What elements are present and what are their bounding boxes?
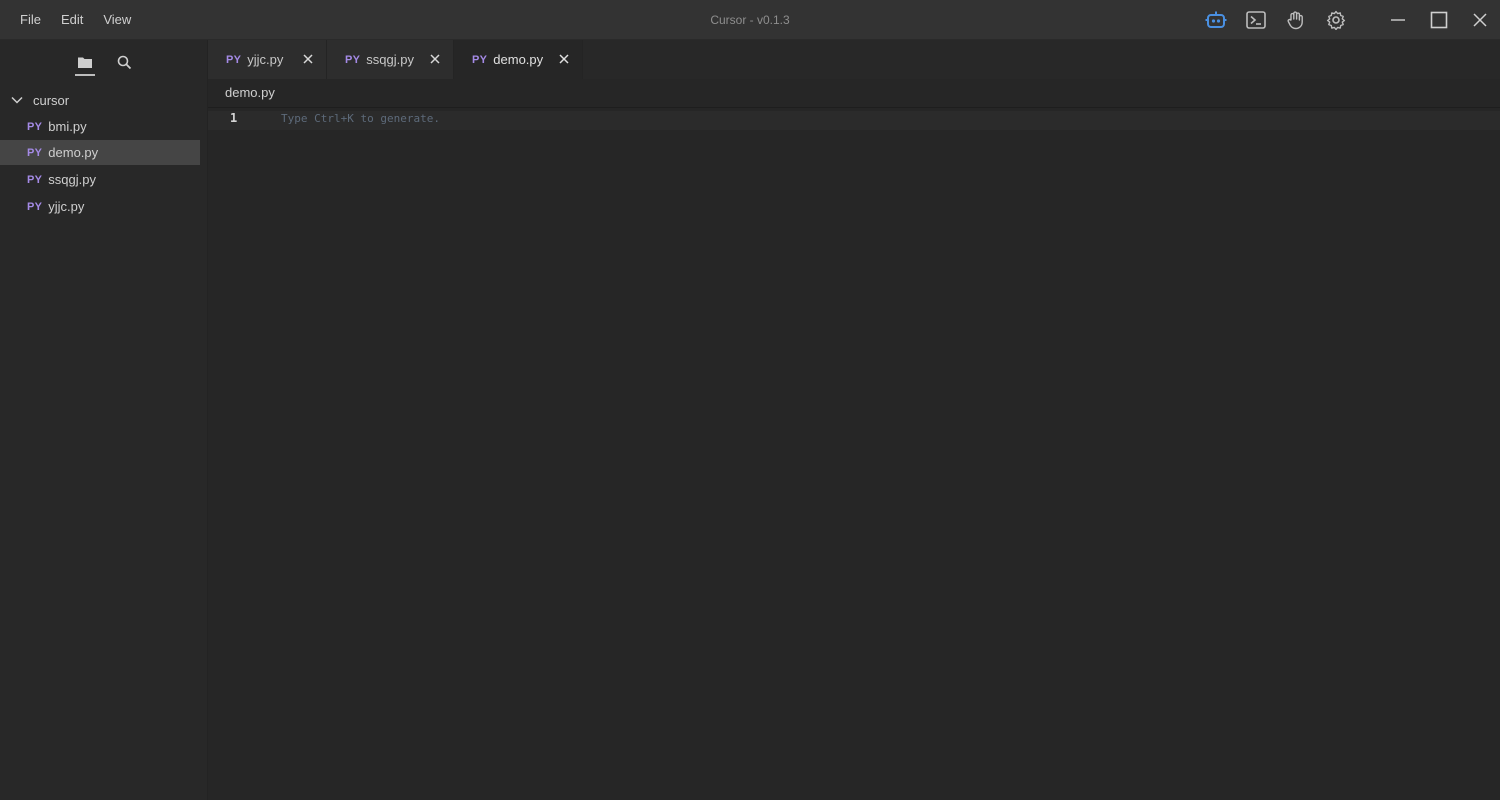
folder-cursor[interactable]: cursor	[0, 88, 200, 112]
file-name: demo.py	[48, 145, 99, 160]
terminal-icon[interactable]	[1240, 0, 1272, 39]
tab-label: yjjc.py	[247, 52, 284, 67]
line-number: 1	[230, 111, 238, 125]
python-file-icon: PY	[27, 173, 43, 186]
close-window-button[interactable]	[1460, 0, 1500, 39]
file-item-bmi[interactable]: PY bmi.py	[0, 114, 200, 139]
chevron-down-icon	[11, 96, 27, 104]
file-name: yjjc.py	[48, 199, 85, 214]
tab-label: ssqgj.py	[366, 52, 414, 67]
tab-yjjc[interactable]: PY yjjc.py	[208, 40, 327, 79]
file-item-yjjc[interactable]: PY yjjc.py	[0, 194, 200, 219]
close-icon	[1473, 12, 1487, 27]
hand-icon[interactable]	[1280, 0, 1312, 39]
file-item-ssqgj[interactable]: PY ssqgj.py	[0, 167, 200, 192]
menu-bar: File Edit View	[10, 0, 141, 39]
python-file-icon: PY	[472, 53, 488, 66]
files-tab[interactable]	[72, 48, 98, 76]
close-tab-icon[interactable]	[556, 51, 572, 67]
minimize-button[interactable]	[1378, 0, 1418, 39]
maximize-button[interactable]	[1419, 0, 1459, 39]
sidebar-tabs	[0, 40, 207, 80]
maximize-icon	[1430, 11, 1448, 28]
close-tab-icon[interactable]	[427, 51, 443, 67]
editor-placeholder: Type Ctrl+K to generate.	[281, 112, 440, 125]
menu-file[interactable]: File	[10, 12, 51, 27]
python-file-icon: PY	[27, 200, 43, 213]
tab-ssqgj[interactable]: PY ssqgj.py	[327, 40, 454, 79]
minimize-icon	[1391, 18, 1405, 21]
breadcrumb[interactable]: demo.py	[225, 85, 275, 100]
tab-demo[interactable]: PY demo.py	[454, 40, 583, 79]
gear-icon[interactable]	[1320, 0, 1352, 39]
folder-name: cursor	[33, 92, 70, 108]
menu-edit[interactable]: Edit	[51, 12, 93, 27]
file-explorer-sidebar: cursor PY bmi.py PY demo.py PY ssqgj.py …	[0, 40, 208, 800]
python-file-icon: PY	[27, 120, 43, 133]
close-tab-icon[interactable]	[300, 51, 316, 67]
search-tab[interactable]	[111, 48, 137, 76]
editor-tab-bar: PY yjjc.py PY ssqgj.py PY demo.py	[208, 40, 1500, 79]
file-name: ssqgj.py	[48, 172, 96, 187]
python-file-icon: PY	[226, 53, 242, 66]
title-bar: File Edit View Cursor - v0.1.3	[0, 0, 1500, 40]
file-item-demo[interactable]: PY demo.py	[0, 140, 200, 165]
menu-view[interactable]: View	[93, 12, 141, 27]
breadcrumb-bar: demo.py	[208, 80, 1500, 108]
search-icon	[117, 55, 131, 69]
robot-icon[interactable]	[1200, 0, 1232, 39]
title-actions	[1200, 0, 1360, 39]
window-controls	[1377, 0, 1500, 39]
file-name: bmi.py	[48, 119, 87, 134]
python-file-icon: PY	[345, 53, 361, 66]
python-file-icon: PY	[27, 146, 43, 159]
code-editor[interactable]: 1 Type Ctrl+K to generate.	[208, 108, 1500, 800]
folder-icon	[78, 57, 92, 68]
tab-label: demo.py	[493, 52, 544, 67]
